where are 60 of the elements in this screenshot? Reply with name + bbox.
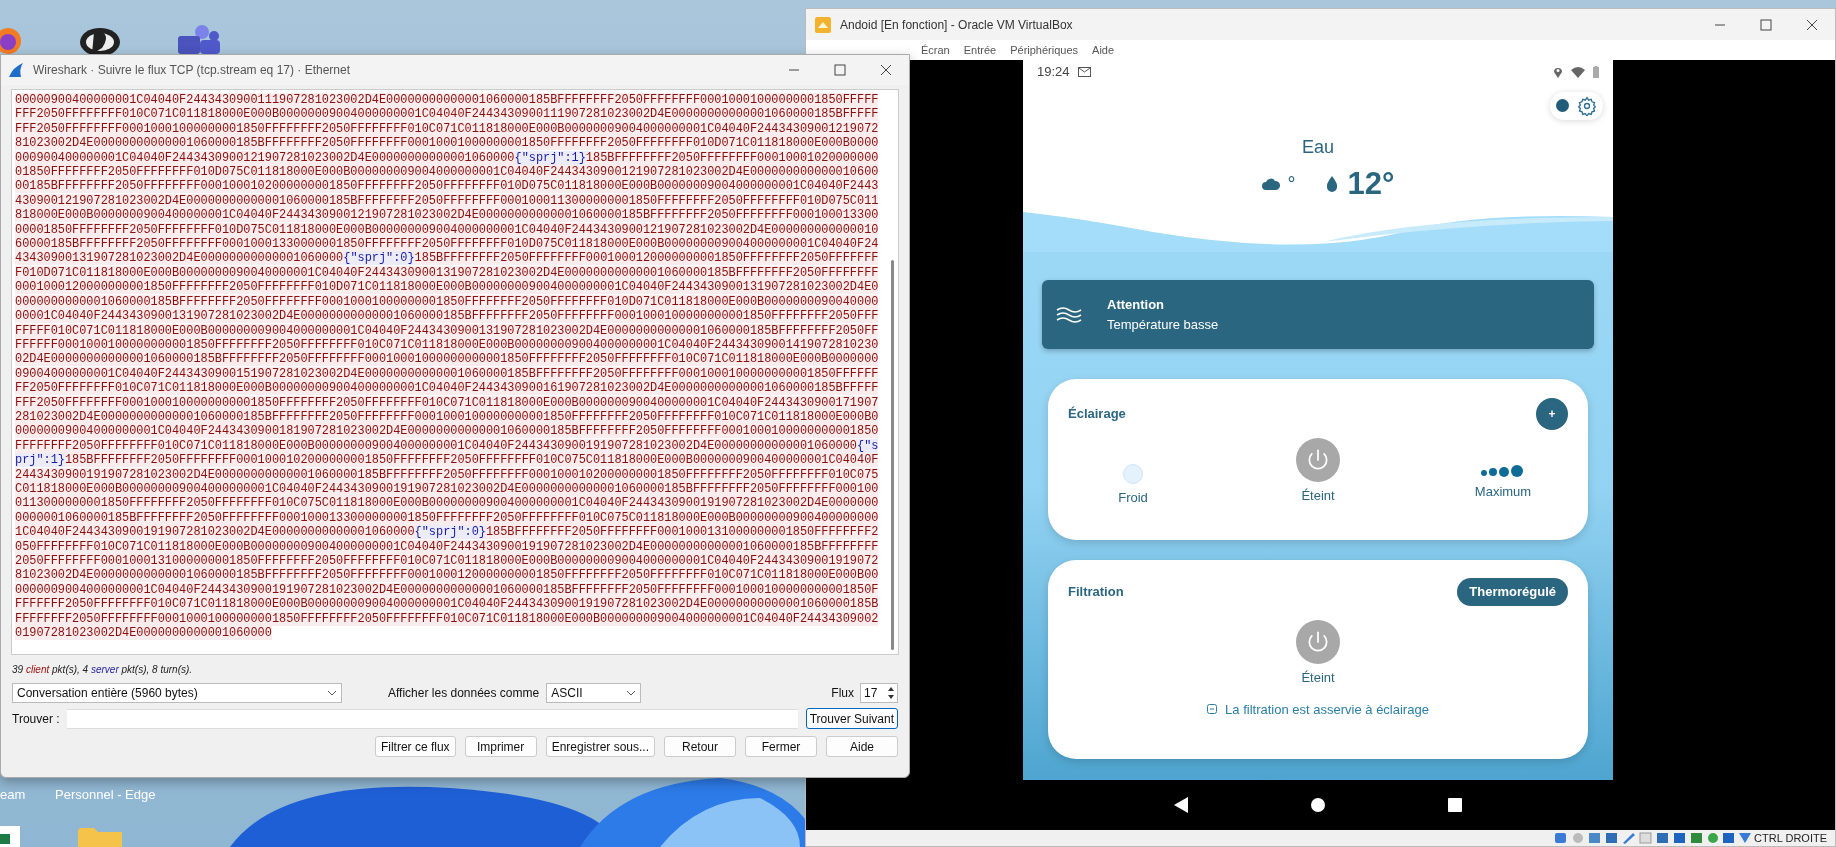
water-label: Eau bbox=[1302, 135, 1334, 159]
menu-item[interactable]: Périphériques bbox=[1010, 41, 1079, 59]
add-button[interactable]: + bbox=[1536, 398, 1568, 430]
water-drop-icon bbox=[1325, 175, 1338, 192]
packet-stats: 39 client pkt(s), 4 server pkt(s), 8 turn(s). bbox=[12, 663, 194, 677]
encoding-select[interactable]: ASCII bbox=[546, 683, 642, 703]
dialog-button[interactable]: Imprimer bbox=[464, 736, 537, 757]
window-title: Andoid [En fonction] - Oracle VM VirtualBox bbox=[840, 16, 1073, 34]
power-label: Éteint bbox=[1301, 669, 1335, 687]
conversation-select[interactable]: Conversation entière (5960 bytes) bbox=[12, 683, 342, 703]
alert-title: Attention bbox=[1107, 296, 1166, 314]
cloud-icon bbox=[1261, 177, 1280, 190]
find-next-button[interactable]: Trouver Suivant bbox=[805, 708, 898, 729]
window-title: Wireshark · Suivre le flux TCP (tcp.stream eq 17) · Ethernet bbox=[33, 62, 350, 79]
wifi-icon bbox=[1571, 66, 1585, 78]
status-icons-drawing[interactable] bbox=[1555, 831, 1752, 844]
water-temperature: 12° bbox=[1347, 164, 1395, 203]
dialog-button[interactable]: Enregistrer sous... bbox=[545, 736, 655, 757]
waves-icon bbox=[1056, 304, 1082, 325]
theme-toggle[interactable] bbox=[1550, 91, 1603, 120]
cube-icon bbox=[814, 15, 832, 34]
shark-fin-icon bbox=[9, 63, 25, 77]
flux-label: Flux bbox=[831, 685, 854, 702]
find-label: Trouver : bbox=[12, 710, 60, 728]
mode-label[interactable]: Froid bbox=[1118, 488, 1148, 508]
menu-item[interactable]: Écran bbox=[921, 41, 950, 59]
mail-icon bbox=[1077, 67, 1091, 77]
dialog-button[interactable]: Retour bbox=[664, 736, 736, 757]
link-icon bbox=[1207, 704, 1218, 715]
menu-item[interactable]: Aide bbox=[1092, 41, 1115, 59]
spreadsheet-icon[interactable] bbox=[0, 826, 20, 847]
home-icon[interactable] bbox=[1311, 797, 1325, 812]
intensity-dots-icon bbox=[1480, 464, 1526, 478]
status-time: 19:24 bbox=[1037, 63, 1070, 82]
power-button[interactable] bbox=[1296, 620, 1340, 664]
dialog-button[interactable]: Aide bbox=[826, 736, 898, 757]
find-field[interactable] bbox=[66, 708, 798, 729]
menu-item[interactable]: Entrée bbox=[963, 41, 997, 59]
recents-icon[interactable] bbox=[1447, 797, 1462, 812]
chevron-down-icon bbox=[626, 690, 637, 696]
back-icon[interactable] bbox=[1174, 796, 1189, 813]
alert-message: Température basse bbox=[1107, 315, 1219, 334]
dialog-button[interactable]: Filtrer ce flux bbox=[374, 736, 456, 757]
card-title: Éclairage bbox=[1068, 405, 1126, 424]
mode-button[interactable]: Thermorégulé bbox=[1457, 578, 1568, 606]
power-button[interactable] bbox=[1296, 438, 1340, 482]
display-as-label: Afficher les données comme bbox=[388, 685, 540, 702]
chevron-down-icon bbox=[327, 690, 337, 696]
host-key-label: CTRL DROITE bbox=[1754, 830, 1827, 846]
stream-text: 00000900400000001C04040F2443430900111907281023002D4E00000000000001060000185BFFFFFFFF2050FFFFFFFF00010001000000001850FFFFFFFF2050FFFFFFFF010C071C011818000E000B00000009004000000001C04040F2443430900111907281023002D4E00000000000001060000185BFFFFFFFF2050FFFFFFFF00010001000000001850FFFFFFFF2050FFFFFFFF010C071C011818000E000B00000009004000000001C04040F2443430900121907281023002D4E00000000000001060000185BFFFFFFFF2050FFFFFFFF00010001000000001850FFFFFFFF2050FFFFFFFF010D071C011818000E000B0000000900400000001C04040F2443430900121907281023002D4E00000000000001060000{"sprj":1}185BFFFFFFFF2050FFFFFFFF0001000102000000001850FFFFFFFF2050FFFFFFFF010D075C011818000E000B000000009004000000001C04040F2443430900121907281023002D4E00000000000001060000185BFFFFFFFF2050FFFFFFFF0001000102000000001850FFFFFFFF2050FFFFFFFF010D075C011818000E000B00000009004000000001C04040F2443430900121907281023002D4E00000000000001060000185BFFFFFFFF2050FFFFFFFF0001000113000000001850FFFFFFFF2050FFFFFFFF010D075C011818000E000B0000000900400000001C04040F2443430900121907281023002D4E00000000000001060000185BFFFFFFFF2050FFFFFFFF00010001330000001850FFFFFFFF2050FFFFFFFF010D075C011818000E000B000000009004000000001C04040F2443430900121907281023002D4E00000000000001060000185BFFFFFFFF2050FFFFFFFF00010001330000001850FFFFFFFF2050FFFFFFFF010D075C011818000E000B000000009004000000001C04040F2443430900131907281023002D4E00000000000001060000{"sprj":0}185BFFFFFFFF2050FFFFFFFF0001000120000000001850FFFFFFFF2050FFFFFFFF010D071C011818000E000B0000000090040000001C04040F2443430900131907281023002D4E00000000000001060000185BFFFFFFFF2050FFFFFFFF0001000120000000001850FFFFFFFF2050FFFFFFFF010D071C011818000E000B000000009004000000001C04040F2443430900131907281023002D4E00000000000001060000185BFFFFFFFF2050FFFFFFFF00010001000000001850FFFFFFFF2050FFFFFFFF010D071C011818000E000B000000009004000000001C04040F2443430900131907281023002D4E00000000000001060000185BFFFFFFFF2050FFFFFFFF0001000100000000001850FFFFFFFF2050FFFFFFFF010C071C011818000E000B000000009004000000001C04040F2443430900131907281023002D4E00000000000001060000185BFFFFFFFF2050FFFFFFFF0001000100000000001850FFFFFFFF2050FFFFFFFF010C071C011818000E000B000000009004000000001C04040F2443430900141907281023002D4E00000000000001060000185BFFFFFFFF2050FFFFFFFF00010001000000000001850FFFFFFFF2050FFFFFFFF010C071C011818000E000B000000009004000000001C04040F2443430900151907281023002D4E00000000000001060000185BFFFFFFFF2050FFFFFFFF0001000100000000001850FFFFFFFF2050FFFFFFFF010C071C011818000E000B000000009004000000001C04040F2443430900161907281023002D4E00000000000001060000185BFFFFFFFF2050FFFFFFFF0001000100000000001850FFFFFFFF2050FFFFFFFF010C071C011818000E000B0000000900400000001C04040F2443430900171907281023002D4E00000000000001060000185BFFFFFFFF2050FFFFFFFF0001000100000000001850FFFFFFFF2050FFFFFFFF010C071C011818000E000B000000009004000000001C04040F2443430900181907281023002D4E00000000000001060000185BFFFFFFFF2050FFFFFFFF0001000100000000001850FFFFFFFF2050FFFFFFFF010C071C011818000E000B000000009004000000001C04040F2443430900191907281023002D4E00000000000001060000{"sprj":1}185BFFFFFFFF2050FFFFFFFF0001000102000000001850FFFFFFFF2050FFFFFFFF010C075C011818000E000B0000000900400000001C04040F2443430900191907281023002D4E00000000000001060000185BFFFFFFFF2050FFFFFFFF0001000102000000001850FFFFFFFF2050FFFFFFFF010C075C011818000E000B000000009004000000001C04040F2443430900191907281023002D4E00000000000001060000185BFFFFFFFF2050FFFFFFFF0001000113000000001850FFFFFFFF2050FFFFFFFF010C075C011818000E000B000000009004000000001C04040F2443430900191907281023002D4E00000000000001060000185BFFFFFFFF2050FFFFFFFF0001000133000000001850FFFFFFFF2050FFFFFFFF010C075C011818000E000B000000009004000000001C04040F2443430900191907281023002D4E00000000000001060000{"sprj":0}185BFFFFFFFF2050FFFFFFFF0001000131000000001850FFFFFFFF2050FFFFFFFF010C071C011818000E000B000000009004000000001C04040F2443430900191907281023002D4E00000000000001060000185BFFFFFFFF2050FFFFFFFF0001000131000000001850FFFFFFFF2050FFFFFFFF010C071C011818000E000B000000009004000000001C04040F2443430900191907281023002D4E00000000000001060000185BFFFFFFFF2050FFFFFFFF0001000120000000001850FFFFFFFF2050FFFFFFFF010C071C011818000E000B000000009004000000001C04040F2443430900191907281023002D4E00000000000001060000185BFFFFFFFF2050FFFFFFFF0001000100000000001850FFFFFFFF2050FFFFFFFF010C071C011818000E000B000000009004000000001C04040F2443430900191907281023002D4E00000000000001060000185BFFFFFFFF2050FFFFFFFF00010001000000001850FFFFFFFF2050FFFFFFFF010C071C011818000E000B000000009004000000001C04040F2443430900201907281023002D4E0000000000001060000 bbox=[14, 92, 880, 643]
power-label: Éteint bbox=[1301, 487, 1335, 505]
mode-label[interactable]: Maximum bbox=[1474, 482, 1532, 502]
location-icon bbox=[1553, 66, 1563, 78]
filtration-note: La filtration est asservie à éclairage bbox=[1225, 700, 1429, 719]
air-temperature: ° bbox=[1287, 171, 1296, 197]
settings-icon[interactable] bbox=[1577, 95, 1597, 116]
dialog-button[interactable]: Fermer bbox=[745, 736, 817, 757]
battery-icon bbox=[1593, 66, 1599, 78]
flux-spinner[interactable]: 17 bbox=[860, 683, 898, 703]
card-title: Filtration bbox=[1068, 583, 1124, 602]
